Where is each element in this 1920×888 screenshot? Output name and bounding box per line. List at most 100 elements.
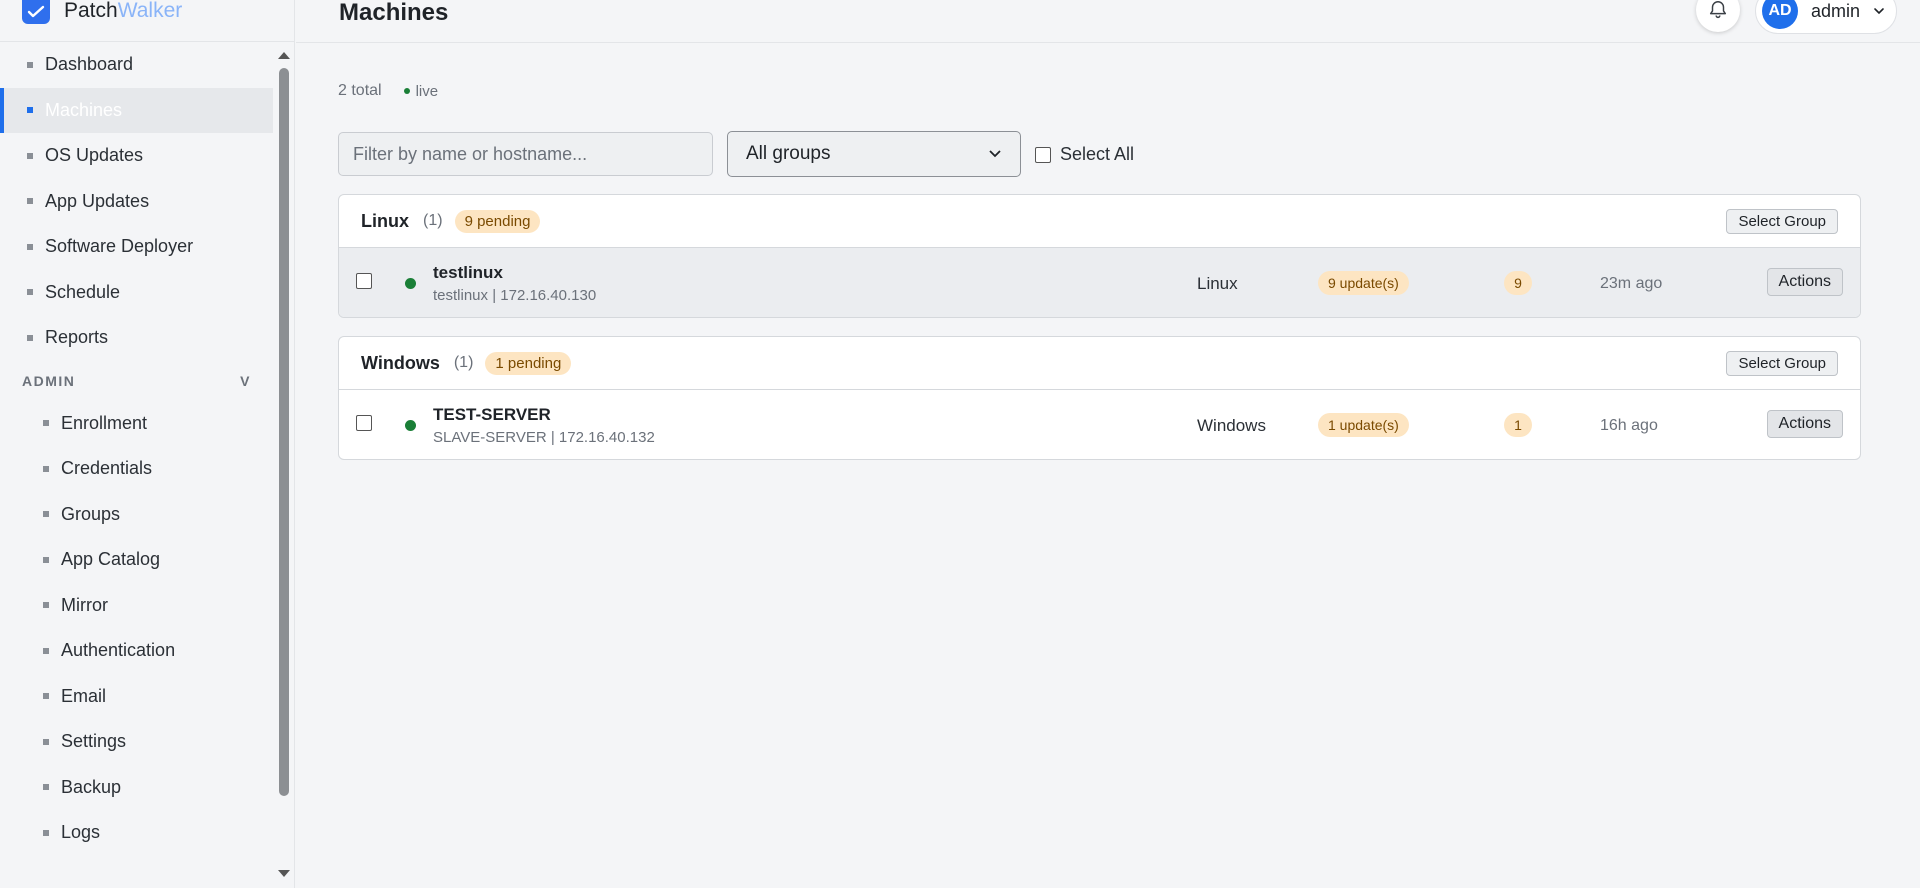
admin-section-label: ADMIN: [22, 372, 76, 389]
search-input[interactable]: [338, 132, 713, 176]
bullet-icon: [27, 334, 33, 341]
update-count-badge: 9: [1504, 271, 1532, 295]
sidebar-item-label: Backup: [61, 776, 122, 797]
sidebar-item-label: Logs: [61, 822, 101, 843]
sidebar-item-label: App Updates: [45, 190, 150, 211]
sidebar-item-label: Groups: [61, 503, 121, 524]
select-group-button[interactable]: Select Group: [1726, 351, 1838, 376]
user-menu-button[interactable]: AD admin: [1755, 0, 1897, 34]
brand[interactable]: PatchWalker: [0, 0, 295, 42]
bullet-icon: [43, 784, 49, 791]
bullet-icon: [43, 693, 49, 700]
updates-badge: 9 update(s): [1318, 271, 1409, 295]
sidebar-item-authentication[interactable]: Authentication: [0, 628, 273, 674]
live-label: live: [415, 82, 439, 100]
updates-badge: 1 update(s): [1318, 413, 1409, 437]
sidebar-item-schedule[interactable]: Schedule: [0, 270, 273, 316]
group-card-windows: Windows (1) 1 pending Select Group TEST-…: [338, 336, 1861, 460]
machine-row[interactable]: TEST-SERVER SLAVE-SERVER | 172.16.40.132…: [339, 390, 1860, 459]
sidebar-item-settings[interactable]: Settings: [0, 719, 273, 765]
sidebar-item-label: Enrollment: [61, 412, 148, 433]
machine-checkbox[interactable]: [356, 273, 372, 289]
admin-section-header[interactable]: ADMIN V: [0, 361, 273, 401]
group-count: (1): [453, 354, 474, 371]
bullet-icon: [43, 511, 49, 518]
group-name: Linux: [361, 210, 409, 231]
sidebar-item-software-deployer[interactable]: Software Deployer: [0, 224, 273, 270]
bullet-icon: [43, 738, 49, 745]
last-seen: 23m ago: [1600, 275, 1663, 292]
scroll-down-arrow-icon[interactable]: [278, 870, 290, 877]
top-bar: Machines AD admin: [296, 0, 1920, 43]
sidebar-item-app-catalog[interactable]: App Catalog: [0, 537, 273, 583]
check-mark-logo-icon: [22, 0, 50, 24]
sidebar-item-label: Email: [61, 685, 107, 706]
sidebar-item-label: Schedule: [45, 281, 121, 302]
chevron-down-icon: [1874, 8, 1884, 15]
group-filter-select[interactable]: All groups: [727, 131, 1021, 177]
sidebar-item-label: Settings: [61, 731, 127, 752]
machine-hostname-ip: testlinux | 172.16.40.130: [433, 287, 597, 304]
bullet-icon: [43, 556, 49, 563]
avatar: AD: [1762, 0, 1798, 29]
user-name: admin: [1811, 0, 1861, 21]
sidebar-item-machines[interactable]: Machines: [0, 87, 273, 133]
sidebar-item-label: Mirror: [61, 594, 108, 615]
machine-name[interactable]: TEST-SERVER: [433, 405, 551, 425]
bullet-icon: [43, 647, 49, 654]
sidebar-item-email[interactable]: Email: [0, 674, 273, 720]
select-group-button[interactable]: Select Group: [1726, 209, 1838, 234]
group-count: (1): [423, 212, 443, 229]
brand-name-part1: Patch: [64, 0, 118, 22]
scroll-up-arrow-icon[interactable]: [278, 52, 290, 59]
bullet-icon: [43, 602, 49, 609]
online-status-icon: [405, 420, 416, 431]
notifications-button[interactable]: [1696, 0, 1740, 32]
machine-os: Linux: [1197, 274, 1238, 293]
group-name: Windows: [361, 352, 440, 373]
bullet-icon: [27, 289, 33, 296]
sidebar-item-dashboard[interactable]: Dashboard: [0, 42, 273, 88]
machine-row[interactable]: testlinux testlinux | 172.16.40.130 Linu…: [339, 248, 1860, 317]
machines-summary: 2 total live: [338, 82, 438, 100]
bullet-icon: [43, 465, 49, 472]
machine-checkbox[interactable]: [356, 415, 372, 431]
sidebar-item-label: Machines: [45, 99, 123, 120]
actions-button[interactable]: Actions: [1766, 410, 1843, 438]
sidebar-item-credentials[interactable]: Credentials: [0, 446, 273, 492]
bullet-icon: [27, 198, 33, 205]
sidebar-item-os-updates[interactable]: OS Updates: [0, 133, 273, 179]
select-all-control[interactable]: Select All: [1035, 144, 1134, 165]
sidebar-item-backup[interactable]: Backup: [0, 765, 273, 811]
select-all-checkbox[interactable]: [1035, 146, 1051, 163]
admin-section-toggle[interactable]: V: [240, 373, 251, 389]
sidebar-nav: Dashboard Machines OS Updates App Update…: [0, 42, 273, 888]
sidebar-item-mirror[interactable]: Mirror: [0, 583, 273, 629]
bullet-icon: [43, 829, 49, 836]
sidebar-item-reports[interactable]: Reports: [0, 315, 273, 361]
sidebar-item-logs[interactable]: Logs: [0, 810, 273, 856]
group-header: Linux (1) 9 pending Select Group: [339, 195, 1860, 248]
sidebar-scrollbar[interactable]: [273, 42, 295, 888]
group-select-value: All groups: [746, 143, 831, 164]
sidebar-item-label: Authentication: [61, 640, 176, 661]
sidebar-item-app-updates[interactable]: App Updates: [0, 179, 273, 225]
pending-badge: 1 pending: [485, 351, 572, 375]
sidebar-item-label: Credentials: [61, 458, 153, 479]
sidebar-item-label: Reports: [45, 327, 109, 348]
brand-name: PatchWalker: [64, 0, 182, 22]
actions-button[interactable]: Actions: [1766, 268, 1843, 296]
select-all-label: Select All: [1060, 144, 1135, 164]
update-count-badge: 1: [1504, 413, 1532, 437]
scrollbar-thumb[interactable]: [279, 68, 289, 796]
pending-badge: 9 pending: [454, 209, 541, 233]
machine-name[interactable]: testlinux: [433, 263, 503, 283]
machine-os: Windows: [1197, 416, 1266, 435]
total-count: 2 total: [338, 82, 382, 99]
page-title: Machines: [339, 0, 449, 26]
sidebar-item-groups[interactable]: Groups: [0, 492, 273, 538]
group-header: Windows (1) 1 pending Select Group: [339, 337, 1860, 390]
brand-name-part2: Walker: [117, 0, 183, 22]
sidebar-item-enrollment[interactable]: Enrollment: [0, 401, 273, 447]
bullet-icon: [27, 243, 33, 250]
